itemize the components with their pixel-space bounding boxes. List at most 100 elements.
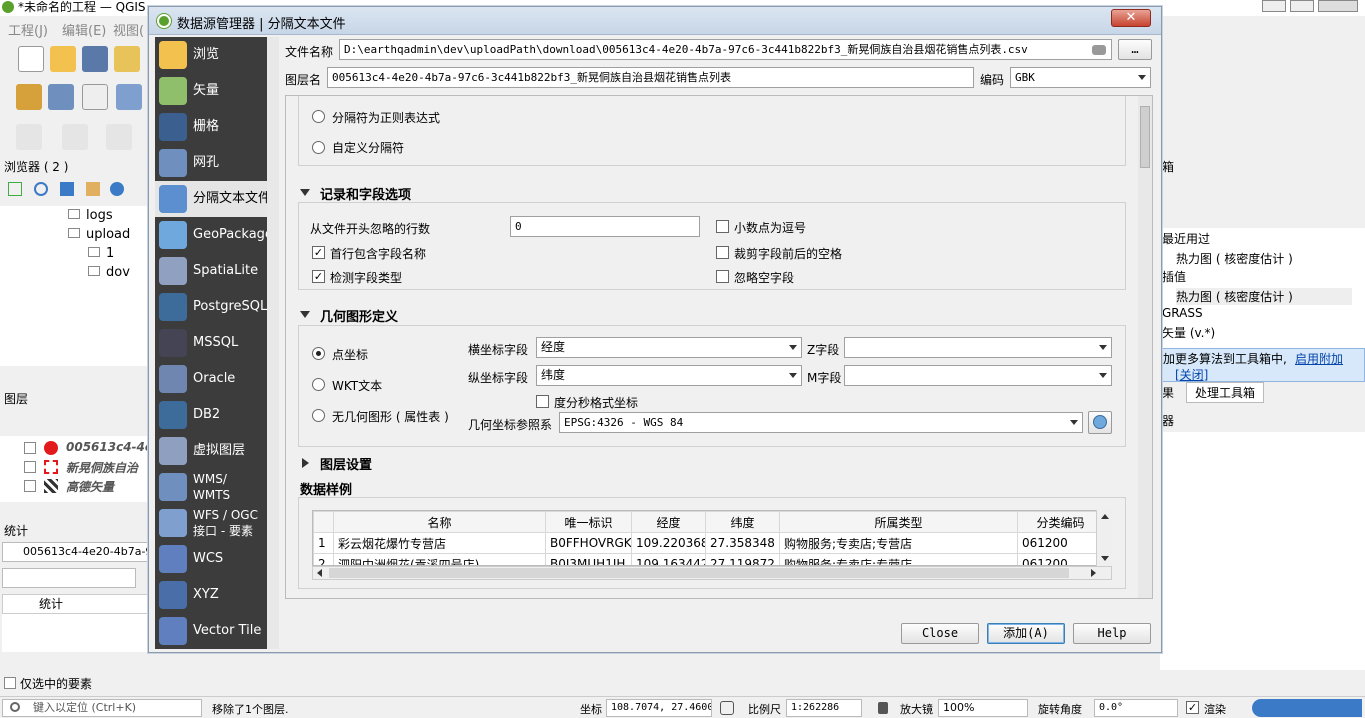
- coordinate-field[interactable]: 108.7074, 27.4600: [606, 699, 712, 717]
- scale-select[interactable]: 1:262286: [786, 699, 862, 717]
- tree-item[interactable]: 1: [88, 244, 114, 263]
- collapse-icon[interactable]: [86, 182, 100, 196]
- save-project-icon[interactable]: [82, 46, 108, 72]
- section-expand-icon[interactable]: [300, 189, 310, 196]
- layer-name-input[interactable]: 005613c4-4e20-4b7a-97c6-3c441b822bf3_新晃侗…: [327, 67, 974, 88]
- geometry-section-title[interactable]: 几何图形定义: [320, 306, 398, 325]
- column-header[interactable]: 经度: [631, 511, 706, 533]
- tree-item[interactable]: 插值: [1162, 268, 1186, 285]
- close-button[interactable]: Close: [901, 623, 979, 644]
- crs-selector-button[interactable]: [1088, 411, 1112, 434]
- layer-name[interactable]: 新晃侗族自治: [66, 459, 150, 476]
- detect-types-checkbox[interactable]: ✓: [312, 270, 325, 283]
- browse-button[interactable]: …: [1118, 39, 1152, 60]
- identify-tool-icon[interactable]: [62, 124, 88, 150]
- point-coords-radio[interactable]: [312, 347, 325, 360]
- records-section-title[interactable]: 记录和字段选项: [320, 184, 411, 203]
- render-checkbox[interactable]: ✓: [1186, 701, 1199, 714]
- nav-item[interactable]: XYZ: [155, 577, 269, 613]
- stats-layer-combo[interactable]: 005613c4-4e20-4b7a-97: [2, 542, 150, 562]
- layer-name[interactable]: 高德矢量: [66, 478, 150, 495]
- tree-item[interactable]: logs: [68, 206, 113, 225]
- filter-icon[interactable]: [60, 182, 74, 196]
- vertical-scrollbar[interactable]: [1138, 96, 1152, 598]
- help-button[interactable]: Help: [1073, 623, 1151, 644]
- section-expand-icon[interactable]: [300, 311, 310, 318]
- section-collapse-icon[interactable]: [302, 458, 309, 468]
- tree-item[interactable]: dov: [88, 263, 130, 282]
- decimal-comma-checkbox[interactable]: [716, 220, 729, 233]
- tab-processing-toolbox[interactable]: 处理工具箱: [1186, 382, 1265, 403]
- file-name-input[interactable]: D:\earthqadmin\dev\uploadPath\download\0…: [339, 39, 1112, 60]
- sample-table-vscroll[interactable]: [1096, 510, 1112, 566]
- info-icon[interactable]: [110, 182, 124, 196]
- tree-item[interactable]: 最近用过: [1162, 230, 1210, 247]
- save-as-icon[interactable]: [114, 46, 140, 72]
- digitize-icon[interactable]: [116, 84, 142, 110]
- tree-item[interactable]: 矢量 (v.*): [1162, 324, 1215, 341]
- first-row-header-checkbox[interactable]: ✓: [312, 246, 325, 259]
- nav-item[interactable]: WFS / OGC 接口 - 要素: [155, 505, 269, 541]
- coordinate-toggle-icon[interactable]: [720, 701, 734, 715]
- qgis-close-button[interactable]: [1318, 0, 1358, 12]
- nav-item[interactable]: 分隔文本文件: [155, 181, 271, 217]
- m-field-select[interactable]: [844, 365, 1112, 386]
- add-layer-icon[interactable]: [16, 84, 42, 110]
- measure-tool-icon[interactable]: [106, 124, 132, 150]
- layer-checkbox[interactable]: [24, 461, 36, 473]
- y-field-select[interactable]: 纬度: [536, 365, 802, 386]
- layer-name[interactable]: 005613c4-4e: [66, 440, 150, 454]
- messages-icon[interactable]: [1252, 699, 1362, 717]
- qgis-minimize-button[interactable]: [1262, 0, 1286, 12]
- nav-item[interactable]: SpatiaLite: [155, 253, 269, 289]
- custom-delimiter-radio[interactable]: [312, 141, 325, 154]
- sample-table-hscroll[interactable]: [312, 566, 1112, 580]
- select-tool-icon[interactable]: [16, 124, 42, 150]
- nav-item[interactable]: 矢量: [155, 73, 269, 109]
- no-geometry-radio[interactable]: [312, 409, 325, 422]
- menu-project[interactable]: 工程(J): [8, 20, 48, 39]
- refresh-icon[interactable]: [34, 182, 48, 196]
- nav-item[interactable]: Oracle: [155, 361, 269, 397]
- locator-input[interactable]: 键入以定位 (Ctrl+K): [2, 699, 202, 717]
- nav-scrollbar[interactable]: [267, 37, 279, 649]
- regex-delimiter-radio[interactable]: [312, 110, 325, 123]
- menu-edit[interactable]: 编辑(E): [62, 20, 106, 39]
- enable-link[interactable]: 启用附加: [1295, 350, 1343, 367]
- nav-item[interactable]: WMS/ WMTS: [155, 469, 269, 505]
- column-header[interactable]: 唯一标识: [545, 511, 632, 533]
- layer-checkbox[interactable]: [24, 442, 36, 454]
- rotation-spinbox[interactable]: 0.0°: [1094, 699, 1178, 717]
- trim-fields-checkbox[interactable]: [716, 246, 729, 259]
- skip-lines-spinbox[interactable]: 0: [510, 216, 700, 237]
- add-raster-icon[interactable]: [48, 84, 74, 110]
- x-field-select[interactable]: 经度: [536, 337, 802, 358]
- tree-item[interactable]: GRASS: [1162, 306, 1203, 320]
- nav-item[interactable]: 浏览: [155, 37, 269, 73]
- layer-settings-title[interactable]: 图层设置: [320, 454, 372, 473]
- nav-item[interactable]: 网孔: [155, 145, 269, 181]
- tab-results[interactable]: 果: [1162, 384, 1174, 401]
- encoding-select[interactable]: GBK: [1010, 67, 1151, 88]
- nav-item[interactable]: 虚拟图层: [155, 433, 269, 469]
- close-link[interactable]: [关闭]: [1175, 366, 1208, 383]
- qgis-maximize-button[interactable]: [1290, 0, 1314, 12]
- clear-icon[interactable]: [1092, 45, 1106, 55]
- menu-view[interactable]: 视图(: [113, 20, 144, 39]
- open-project-icon[interactable]: [50, 46, 76, 72]
- stats-field-combo[interactable]: [2, 568, 136, 588]
- wkt-radio[interactable]: [312, 378, 325, 391]
- column-header[interactable]: 分类编码: [1017, 511, 1104, 533]
- dialog-close-button[interactable]: ✕: [1111, 9, 1151, 27]
- column-header[interactable]: 名称: [333, 511, 546, 533]
- tree-item[interactable]: upload: [68, 225, 130, 244]
- column-header[interactable]: 纬度: [705, 511, 780, 533]
- tree-item[interactable]: 热力图 ( 核密度估计 ): [1176, 250, 1293, 267]
- add-vector-icon[interactable]: [82, 84, 108, 110]
- dms-checkbox[interactable]: [536, 395, 549, 408]
- add-selected-icon[interactable]: [8, 182, 22, 196]
- nav-item[interactable]: 栅格: [155, 109, 269, 145]
- nav-item[interactable]: WCS: [155, 541, 269, 577]
- nav-item[interactable]: PostgreSQL: [155, 289, 269, 325]
- magnifier-spinbox[interactable]: 100%: [938, 699, 1028, 717]
